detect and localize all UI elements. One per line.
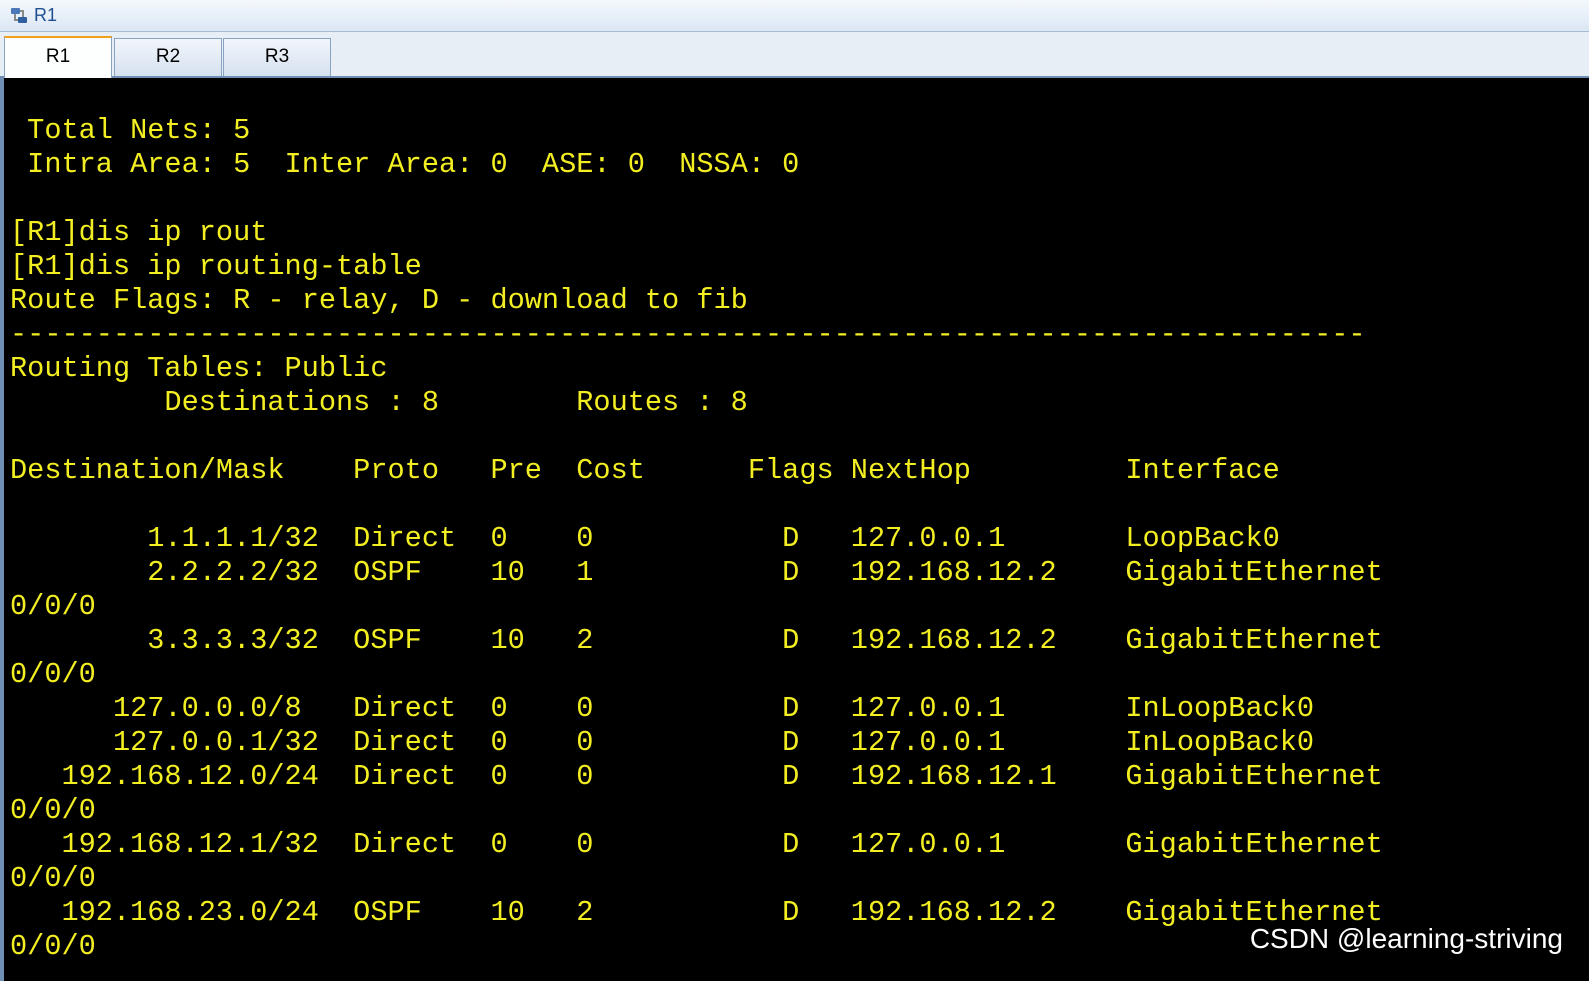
terminal-line: 192.168.23.0/24 OSPF 10 2 D 192.168.12.2… xyxy=(10,896,1383,929)
terminal-line: 0/0/0 xyxy=(10,862,96,895)
terminal-line: Routing Tables: Public xyxy=(10,352,388,385)
tab-r3[interactable]: R3 xyxy=(223,38,331,76)
router-app-icon xyxy=(11,8,27,23)
title-bar: R1 xyxy=(0,0,1589,32)
terminal-line: 0/0/0 xyxy=(10,794,96,827)
terminal-console[interactable]: Total Nets: 5 Intra Area: 5 Inter Area: … xyxy=(0,78,1589,981)
terminal-line: Route Flags: R - relay, D - download to … xyxy=(10,284,748,317)
tab-r2[interactable]: R2 xyxy=(114,38,222,76)
terminal-line: 127.0.0.0/8 Direct 0 0 D 127.0.0.1 InLoo… xyxy=(10,692,1315,725)
terminal-line: Destinations : 8 Routes : 8 xyxy=(10,386,748,419)
terminal-line: Total Nets: 5 xyxy=(10,114,251,147)
terminal-line: Destination/Mask Proto Pre Cost Flags Ne… xyxy=(10,454,1280,487)
terminal-line: 0/0/0 xyxy=(10,590,96,623)
terminal-line: 0/0/0 xyxy=(10,930,96,963)
terminal-line: 3.3.3.3/32 OSPF 10 2 D 192.168.12.2 Giga… xyxy=(10,624,1383,657)
terminal-line: Intra Area: 5 Inter Area: 0 ASE: 0 NSSA:… xyxy=(10,148,800,181)
terminal-line: 1.1.1.1/32 Direct 0 0 D 127.0.0.1 LoopBa… xyxy=(10,522,1280,555)
tab-r1[interactable]: R1 xyxy=(4,36,112,78)
terminal-window: R1 R1 R2 R3 Total Nets: 5 Intra Area: 5 … xyxy=(0,0,1589,981)
watermark: CSDN @learning-striving xyxy=(1249,923,1563,954)
terminal-line: [R1]dis ip routing-table xyxy=(10,250,422,283)
terminal-line: 127.0.0.1/32 Direct 0 0 D 127.0.0.1 InLo… xyxy=(10,726,1315,759)
terminal-line: 0/0/0 xyxy=(10,658,96,691)
terminal-line: 2.2.2.2/32 OSPF 10 1 D 192.168.12.2 Giga… xyxy=(10,556,1383,589)
terminal-line: [R1]dis ip rout xyxy=(10,216,268,249)
window-title: R1 xyxy=(34,5,58,25)
session-tabbar: R1 R2 R3 xyxy=(0,32,1589,78)
terminal-line: 192.168.12.1/32 Direct 0 0 D 127.0.0.1 G… xyxy=(10,828,1383,861)
terminal-line: ----------------------------------------… xyxy=(10,318,1366,351)
terminal-line: 192.168.12.0/24 Direct 0 0 D 192.168.12.… xyxy=(10,760,1383,793)
